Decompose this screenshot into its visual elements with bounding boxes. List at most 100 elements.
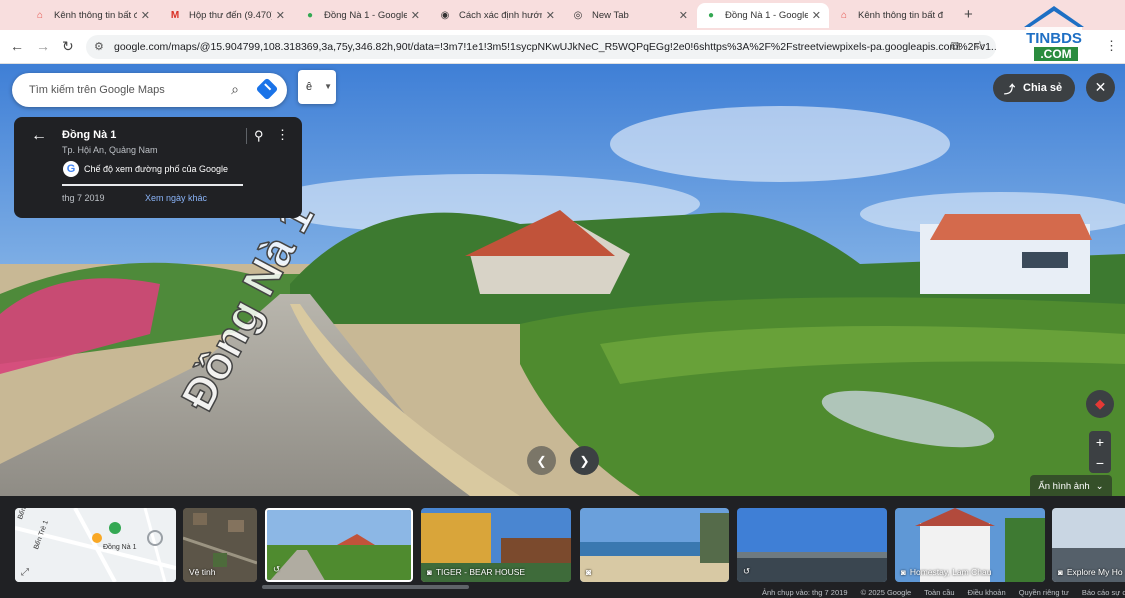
close-tab-icon[interactable]: ✕ (546, 9, 555, 22)
photo-strip-scrollbar[interactable] (262, 585, 469, 589)
previous-arrow-button[interactable]: ❮ (527, 446, 556, 475)
more-options-icon[interactable]: ⋮ (276, 127, 289, 143)
thumbnail-label: Explore My Ho (1066, 567, 1123, 577)
thumbnail-label: Vệ tinh (189, 567, 216, 577)
search-placeholder: Tìm kiếm trên Google Maps (29, 84, 165, 96)
back-arrow-icon[interactable]: ← (31, 127, 47, 145)
footer-link-terms[interactable]: Điều khoản (968, 588, 1006, 597)
close-tab-icon[interactable]: ✕ (276, 9, 285, 22)
directions-icon[interactable] (255, 77, 279, 101)
footer-link-privacy[interactable]: Quyền riêng tư (1019, 588, 1069, 597)
bookmark-star-icon[interactable]: ☆ (974, 38, 986, 54)
browser-tab[interactable]: ◎ New Tab ✕ (564, 3, 696, 28)
close-icon: ✕ (1094, 79, 1107, 95)
close-street-view-button[interactable]: ✕ (1086, 73, 1115, 102)
photo-strip: Bến Trè 5 Bến Trè 1 Đồng Nà 1 ⤢ Vệ tinh … (0, 496, 1125, 598)
next-arrow-button[interactable]: ❯ (570, 446, 599, 475)
camera-icon: ◙ (427, 568, 432, 577)
capture-info: Ảnh chụp vào: thg 7 2019 (762, 588, 848, 597)
tinbds-logo: TINBDS .COM (1024, 6, 1084, 61)
address-bar[interactable]: ⚙ google.com/maps/@15.904799,108.318369,… (86, 35, 996, 59)
thumbnail-image (737, 508, 887, 582)
thumbnail-caption: ◙ Homestay, Lam Chau (901, 567, 991, 577)
chrome-menu-icon[interactable]: ⋮ (1105, 38, 1118, 54)
photo-thumbnail[interactable]: ◙ TIGER - BEAR HOUSE (421, 508, 571, 582)
zoom-in-icon[interactable]: + (1089, 431, 1111, 452)
see-more-dates-link[interactable]: Xem ngày khác (145, 193, 207, 203)
thumbnail-label: Homestay, Lam Chau (909, 567, 992, 577)
minimap-label: Đồng Nà 1 (103, 544, 137, 551)
url-text: google.com/maps/@15.904799,108.318369,3a… (114, 41, 996, 53)
photo-thumbnail[interactable]: ◙ (580, 508, 729, 582)
maps-pin-icon: ● (707, 10, 715, 21)
street-view-mode-label: Chế độ xem đường phố của Google (84, 164, 229, 174)
google-g-icon: G (63, 161, 79, 177)
capture-date: thg 7 2019 (62, 193, 105, 203)
satellite-thumbnail[interactable]: Vệ tinh (183, 508, 257, 582)
search-icon[interactable]: ⌕ (231, 81, 239, 98)
browser-tab-active[interactable]: ● Đồng Nà 1 - Google ✕ (697, 3, 829, 28)
streetview-thumbnail[interactable]: ↺ (737, 508, 887, 582)
thumbnail-caption: ◙ Explore My Ho (1058, 567, 1123, 577)
web-icon: ◉ (440, 10, 450, 21)
site-info-icon[interactable]: ⚙ (94, 40, 104, 53)
copyright: © 2025 Google (860, 588, 912, 597)
close-tab-icon[interactable]: ✕ (141, 9, 150, 22)
maps-pin-icon: ● (306, 10, 314, 21)
maps-search-box[interactable]: Tìm kiếm trên Google Maps ⌕ (12, 73, 287, 107)
street-view-icon: ↺ (273, 564, 281, 574)
browser-tab[interactable]: ◉ Cách xác định hướng ✕ (431, 3, 563, 28)
divider (246, 128, 247, 144)
zoom-out-icon[interactable]: − (1089, 452, 1111, 473)
browser-tab[interactable]: ● Đồng Nà 1 - Google ✕ (296, 3, 428, 28)
input-tools-select[interactable]: ê ▼ (298, 70, 336, 104)
chevron-down-icon: ▼ (324, 82, 332, 91)
close-tab-icon[interactable]: ✕ (411, 9, 420, 22)
input-tools-value: ê (306, 81, 313, 93)
photo-thumbnail[interactable]: ◙ Explore My Ho (1052, 508, 1125, 582)
back-icon[interactable]: ← (10, 38, 24, 54)
share-icon: ⤴ (1004, 84, 1015, 96)
tinbds-icon: ⌂ (36, 10, 44, 21)
camera-icon: ◙ (1058, 568, 1063, 577)
divider (62, 184, 243, 186)
street-view-panorama[interactable]: Đồng Nà 1 Tìm kiếm trên Google Maps ⌕ ê … (0, 64, 1125, 496)
forward-icon[interactable]: → (36, 38, 50, 54)
close-tab-icon[interactable]: ✕ (679, 9, 688, 22)
share-label: Chia sẻ (1023, 82, 1063, 94)
chevron-left-icon: ❮ (536, 453, 547, 468)
new-tab-icon[interactable]: + (964, 6, 973, 23)
thumbnail-image (267, 510, 411, 580)
compass-icon[interactable]: ◆ (1086, 390, 1114, 418)
maps-footer: Ảnh chụp vào: thg 7 2019 © 2025 Google T… (762, 588, 1125, 597)
browser-tab[interactable]: ⌂ Kênh thông tin bất đ (830, 3, 962, 28)
thumbnail-image (580, 508, 729, 582)
install-icon[interactable]: ⧉ (951, 38, 960, 54)
chrome-icon: ◎ (573, 10, 583, 21)
reload-icon[interactable]: ↻ (62, 38, 74, 55)
watermark-text: TINBDS (1026, 30, 1082, 47)
street-view-icon: ↺ (743, 566, 751, 576)
watermark-domain: .COM (1040, 47, 1071, 61)
browser-tab[interactable]: M Hộp thư đến (9.470) ✕ (161, 3, 293, 28)
place-title: Đồng Nà 1 (62, 129, 117, 141)
street-view-info-card: ← Đồng Nà 1 Tp. Hội An, Quảng Nam ⚲ ⋮ G … (14, 117, 302, 218)
thumbnail-caption: ◙ TIGER - BEAR HOUSE (427, 567, 525, 577)
location-pin-icon[interactable]: ⚲ (254, 128, 264, 144)
browser-tab[interactable]: ⌂ Kênh thông tin bất đ ✕ (26, 3, 158, 28)
hide-photos-toggle[interactable]: Ẩn hình ảnh ⌄ (1030, 475, 1112, 496)
hide-photos-label: Ẩn hình ảnh (1038, 480, 1090, 492)
footer-link-global[interactable]: Toàn cầu (924, 588, 954, 597)
camera-icon: ◙ (586, 567, 592, 577)
minimap-thumbnail[interactable]: Bến Trè 5 Bến Trè 1 Đồng Nà 1 ⤢ (15, 508, 176, 582)
expand-icon[interactable]: ⤢ (21, 567, 29, 578)
footer-link-report[interactable]: Báo cáo sự cố (1082, 588, 1125, 597)
photo-thumbnail[interactable]: ◙ Homestay, Lam Chau (895, 508, 1045, 582)
zoom-control: + − (1089, 431, 1111, 473)
share-button[interactable]: ⤴ Chia sẻ (993, 74, 1075, 102)
chevron-down-icon: ⌄ (1095, 480, 1104, 492)
close-tab-icon[interactable]: ✕ (812, 9, 821, 22)
streetview-thumbnail-selected[interactable]: ↺ (265, 508, 413, 582)
camera-icon: ◙ (901, 568, 906, 577)
place-address: Tp. Hội An, Quảng Nam (62, 145, 158, 155)
